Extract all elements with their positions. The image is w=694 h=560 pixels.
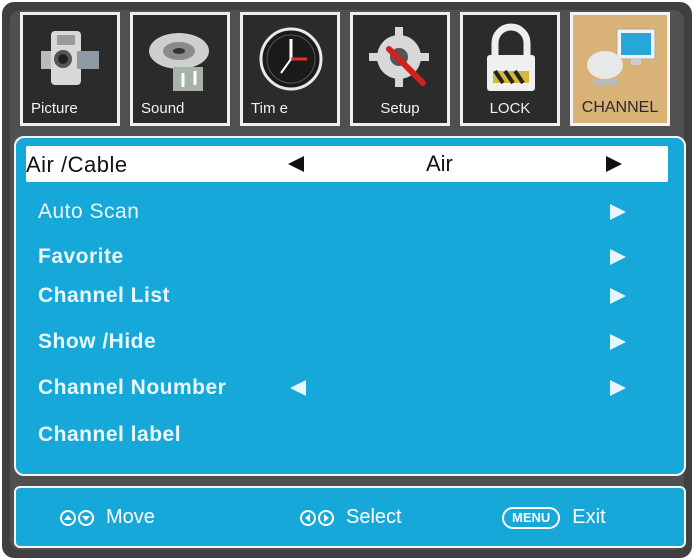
menu-row-auto-scan[interactable]: Auto Scan: [28, 198, 648, 228]
arrow-right-icon: [610, 288, 626, 304]
tab-time[interactable]: Tim e: [240, 12, 340, 126]
menu-item-label: Favorite: [38, 245, 124, 268]
gear-icon: [369, 27, 429, 87]
up-down-keys-icon: [60, 509, 94, 526]
menu-row-channel-number[interactable]: Channel Noumber: [28, 374, 648, 404]
menu-item-label: Channel Noumber: [38, 376, 227, 399]
select-label: Select: [346, 506, 402, 528]
menu-row-favorite[interactable]: Favorite: [28, 243, 648, 273]
footer-help-bar: Move Select MENU Exit: [14, 486, 686, 548]
footer-exit: MENU Exit: [502, 506, 606, 529]
tab-label: Sound: [141, 100, 185, 117]
footer-move: Move: [60, 506, 155, 529]
tab-label: Picture: [31, 100, 78, 117]
air-cable-value: Air: [426, 151, 453, 176]
arrow-right-icon[interactable]: [610, 380, 626, 396]
tab-label: CHANNEL: [581, 99, 659, 116]
menu-item-label: Auto Scan: [38, 200, 140, 223]
tab-label: Setup: [380, 100, 420, 117]
lock-icon: [487, 23, 535, 91]
arrow-right-icon: [610, 204, 626, 220]
menu-item-label: Show /Hide: [38, 330, 157, 353]
move-label: Move: [106, 506, 155, 528]
disc-icon: [149, 33, 209, 91]
menu-row-air-cable[interactable]: Air /Cable Air: [26, 146, 668, 182]
menu-row-channel-label[interactable]: Channel label: [28, 421, 648, 451]
satellite-dish-icon: [587, 28, 656, 85]
camera-icon: [41, 31, 99, 85]
tab-setup[interactable]: Setup: [350, 12, 450, 126]
menu-row-show-hide[interactable]: Show /Hide: [28, 328, 648, 358]
arrow-left-icon[interactable]: [290, 380, 306, 396]
tab-sound[interactable]: Sound: [130, 12, 230, 126]
tab-label: LOCK: [489, 100, 531, 117]
tab-channel[interactable]: CHANNEL: [570, 12, 670, 126]
exit-label: Exit: [572, 506, 606, 528]
arrow-right-icon[interactable]: [606, 156, 622, 172]
air-cable-label: Air /Cable: [26, 152, 128, 177]
left-right-keys-icon: [300, 509, 334, 526]
menu-item-label: Channel label: [38, 423, 182, 446]
menu-row-channel-list[interactable]: Channel List: [28, 282, 648, 312]
tab-label: Tim e: [251, 100, 288, 117]
tab-picture[interactable]: Picture: [20, 12, 120, 126]
menu-key-icon: MENU: [502, 506, 561, 529]
tab-lock[interactable]: LOCK: [460, 12, 560, 126]
arrow-right-icon: [610, 334, 626, 350]
arrow-right-icon: [610, 249, 626, 265]
arrow-left-icon[interactable]: [288, 156, 304, 172]
footer-select: Select: [300, 506, 402, 529]
clock-icon: [259, 27, 323, 91]
menu-item-label: Channel List: [38, 284, 171, 307]
